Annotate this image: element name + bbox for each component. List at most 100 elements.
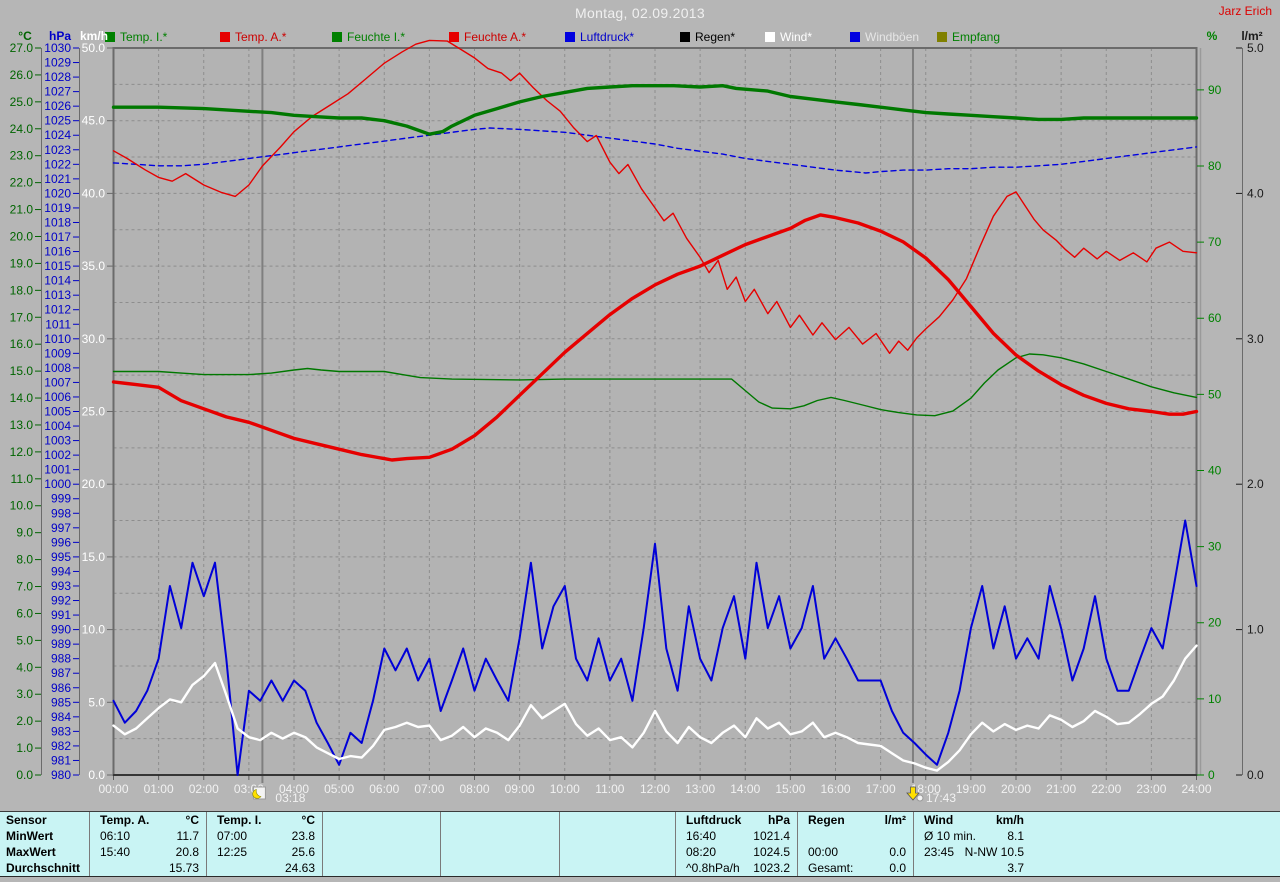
table-cell: 12:25 (217, 845, 248, 859)
axis-tick-label: 5.0 (88, 695, 105, 709)
axis-tick-label: 990 (51, 623, 71, 637)
axis-tick-label: 4.0 (16, 660, 33, 674)
chart-canvas[interactable]: °C0.01.02.03.04.05.06.07.08.09.010.011.0… (0, 0, 1280, 812)
axis-tick-label: 1012 (44, 303, 71, 317)
axis-tick-label: 5.0 (1247, 41, 1264, 55)
stats-table: Sensor MinWert MaxWert Durchschnitt Temp. A.… (0, 811, 1280, 878)
axis-tick-label: 2.0 (1247, 477, 1264, 491)
axis-tick-label: 27.0 (10, 41, 34, 55)
axis-tick-label: 35.0 (82, 259, 106, 273)
axis-tick-label: 3.0 (16, 687, 33, 701)
axis-tick-label: 8.0 (16, 553, 33, 567)
x-tick-label: 23:00 (1136, 782, 1166, 796)
column-unit: km/h (995, 813, 1024, 827)
axis-tick-label: 13.0 (10, 418, 34, 432)
axis-tick-label: 986 (51, 681, 71, 695)
axis-tick-label: 90 (1208, 83, 1222, 97)
axis-tick-label: 10 (1208, 692, 1222, 706)
axis-tick-label: 1009 (44, 346, 71, 360)
axis-tick-label: 1000 (44, 477, 71, 491)
x-tick-label: 06:00 (369, 782, 399, 796)
table-cell: 16:40 (686, 829, 717, 843)
axis-tick-label: 1015 (44, 259, 71, 273)
table-value: N-NW 10.5 (964, 845, 1024, 859)
column-unit: hPa (767, 813, 790, 827)
table-cell: 07:00 (217, 829, 248, 843)
row-label: MinWert (6, 829, 54, 843)
axis-tick-label: 9.0 (16, 526, 33, 540)
column-header: Luftdruck (686, 813, 742, 827)
axis-tick-label: 15.0 (10, 364, 34, 378)
x-tick-label: 15:00 (775, 782, 805, 796)
axis-tick-label: 1026 (44, 99, 71, 113)
table-value: 20.8 (175, 845, 199, 859)
axis-tick-label: 30 (1208, 540, 1222, 554)
table-column: Temp. I. °C 07:00 23.8 12:25 25.6 24.63 (206, 812, 323, 876)
axis-tick-label: 1023 (44, 143, 71, 157)
x-tick-label: 01:00 (144, 782, 174, 796)
axis-tick-label: 25.0 (10, 95, 34, 109)
axis-tick-label: 1002 (44, 448, 71, 462)
axis-tick-label: 7.0 (16, 580, 33, 594)
axis-tick-label: 997 (51, 521, 71, 535)
table-cell: 08:20 (686, 845, 717, 859)
axis-hpa: hPa9809819829839849859869879889899909919… (44, 29, 80, 782)
table-value: 1024.5 (753, 845, 790, 859)
column-unit: l/m² (884, 813, 906, 827)
column-header: Temp. I. (217, 813, 262, 827)
x-tick-label: 00:00 (98, 782, 128, 796)
table-value: 11.7 (176, 829, 199, 843)
axis-tick-label: 5.0 (16, 633, 33, 647)
x-tick-label: 05:00 (324, 782, 354, 796)
axis-tick-label: 19.0 (10, 256, 34, 270)
axis-tick-label: 996 (51, 535, 71, 549)
axis-tick-label: 26.0 (10, 68, 34, 82)
x-tick-label: 24:00 (1181, 782, 1211, 796)
weather-chart[interactable]: °C 0.0 1.0 2.0 3.0 4.0 5.0 6.0 7.0 8.0 9.0 10.0 11.0… (0, 0, 1280, 817)
axis-tick-label: 2.0 (16, 714, 33, 728)
axis-kmh: km/h0.05.010.015.020.025.030.035.040.045… (80, 29, 113, 782)
axis-tick-label: 1030 (44, 41, 71, 55)
axis-temp: °C0.01.02.03.04.05.06.07.08.09.010.011.0… (10, 29, 42, 782)
axis-tick-label: 22.0 (10, 176, 34, 190)
axis-tick-label: 1017 (44, 230, 71, 244)
x-tick-label: 13:00 (685, 782, 715, 796)
marker-time-label: 03:18 (275, 791, 305, 805)
column-unit: °C (185, 813, 199, 827)
axis-tick-label: 18.0 (10, 283, 34, 297)
axis-tick-label: 1014 (44, 274, 71, 288)
x-tick-label: 07:00 (414, 782, 444, 796)
axis-tick-label: 12.0 (10, 445, 34, 459)
table-cell: 00:00 (808, 845, 839, 859)
axis-tick-label: 45.0 (82, 114, 106, 128)
table-value: 24.63 (284, 861, 315, 875)
column-header: Wind (924, 813, 954, 827)
axis-tick-label: 1028 (44, 70, 71, 84)
axis-tick-label: 20.0 (82, 477, 106, 491)
table-cell: 15:40 (100, 845, 131, 859)
row-label: Sensor (6, 813, 47, 827)
x-tick-label: 14:00 (730, 782, 760, 796)
axis-tick-label: 1.0 (1247, 623, 1264, 637)
table-column: Luftdruck hPa 16:40 1021.4 08:20 1024.5 ^0.8hP… (675, 812, 798, 876)
axis-tick-label: 1021 (44, 172, 71, 186)
axis-tick-label: 15.0 (82, 550, 106, 564)
axis-tick-label: 1006 (44, 390, 71, 404)
column-header: Regen (808, 813, 845, 827)
axis-tick-label: 40.0 (82, 186, 106, 200)
axis-tick-label: 983 (51, 724, 71, 738)
x-tick-label: 20:00 (1001, 782, 1031, 796)
x-tick-label: 17:00 (866, 782, 896, 796)
axis-tick-label: 980 (51, 768, 71, 782)
axis-tick-label: 20 (1208, 616, 1222, 630)
axis-tick-label: 80 (1208, 159, 1222, 173)
axis-tick-label: 30.0 (82, 332, 106, 346)
axis-tick-label: 994 (51, 564, 71, 578)
axis-tick-label: 1003 (44, 434, 71, 448)
table-value: 8.1 (1007, 829, 1024, 843)
axis-tick-label: 987 (51, 666, 71, 680)
table-column (559, 812, 676, 876)
table-cell: Ø 10 min. (924, 829, 977, 843)
axis-tick-label: 1029 (44, 56, 71, 70)
axis-tick-label: 989 (51, 637, 71, 651)
